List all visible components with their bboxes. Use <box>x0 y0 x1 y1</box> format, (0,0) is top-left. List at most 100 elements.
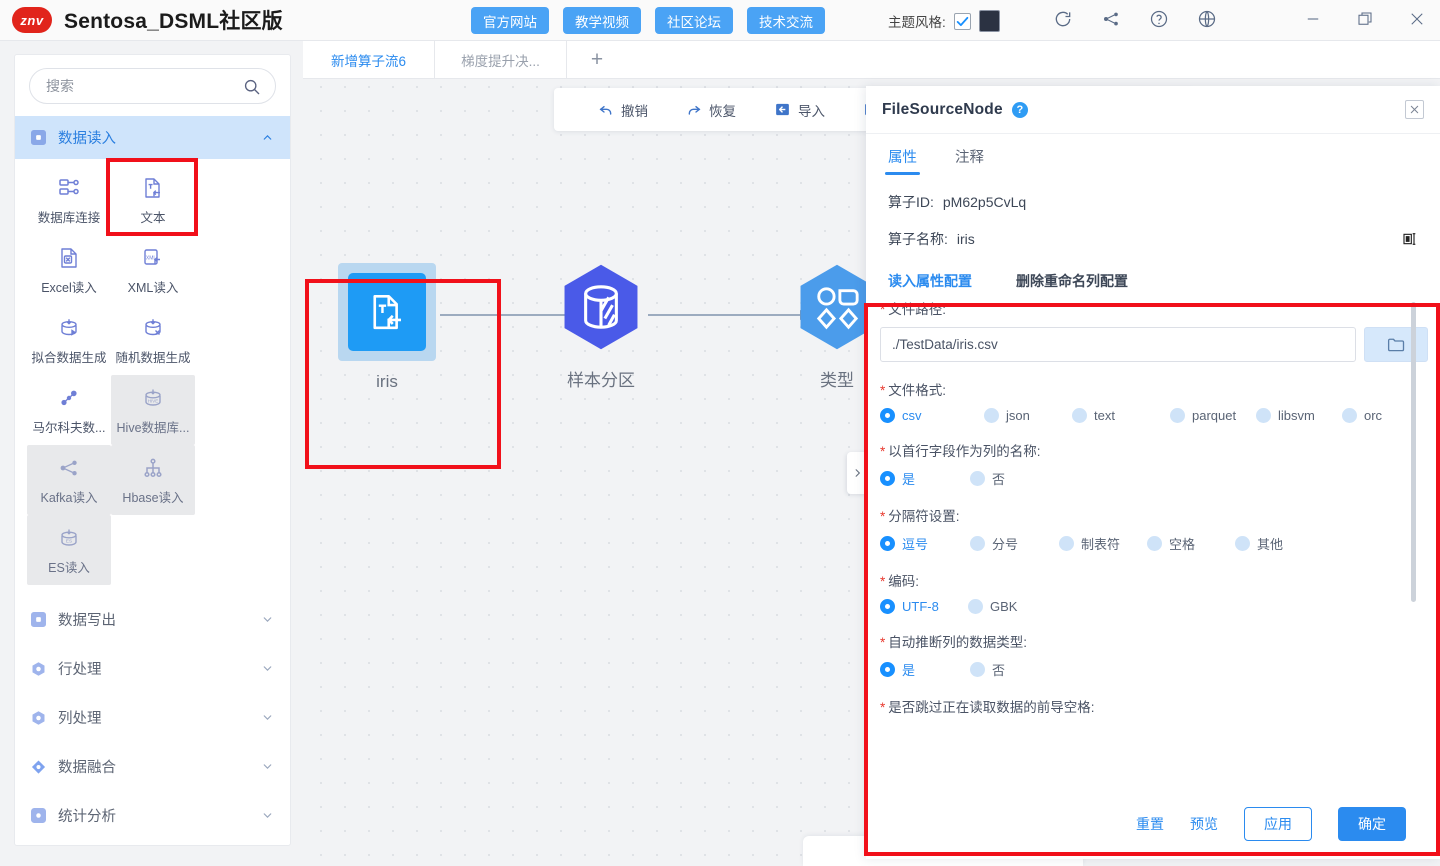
operator-fit-data-gen[interactable]: 拟合数据生成 <box>27 305 111 375</box>
close-icon[interactable] <box>1408 10 1426 28</box>
confirm-button[interactable]: 确定 <box>1338 807 1406 841</box>
flow-node-label: 样本分区 <box>567 371 635 390</box>
flow-node-iris[interactable]: iris <box>338 263 436 392</box>
required-marker: * <box>880 302 886 317</box>
radio-label: 否 <box>992 663 1006 678</box>
tutorial-video-button[interactable]: 教学视频 <box>563 7 641 34</box>
community-forum-button[interactable]: 社区论坛 <box>655 7 733 34</box>
operator-es-read[interactable]: ES ES读入 <box>27 515 111 585</box>
copy-icon[interactable] <box>1402 231 1418 247</box>
chevron-down-icon <box>261 662 274 675</box>
subtab-rename-column-config[interactable]: 删除重命名列配置 <box>1016 271 1128 291</box>
sidebar-category-statistics[interactable]: 统计分析 <box>15 791 290 840</box>
radio-json[interactable]: json <box>984 408 1072 423</box>
sidebar-category-feature-engineering[interactable]: 特征工程 <box>15 840 290 845</box>
tech-exchange-button[interactable]: 技术交流 <box>747 7 825 34</box>
label-text: 分隔符设置: <box>888 509 960 524</box>
radio-parquet[interactable]: parquet <box>1170 408 1256 423</box>
radio-csv[interactable]: csv <box>880 408 984 423</box>
panel-collapse-handle[interactable] <box>847 452 867 494</box>
sidebar-category-data-read[interactable]: 数据读入 <box>15 116 290 159</box>
redo-button[interactable]: 恢复 <box>686 100 736 120</box>
operator-xml-read[interactable]: XML XML读入 <box>111 235 195 305</box>
file-path-input[interactable] <box>880 327 1356 362</box>
radio-label: libsvm <box>1278 408 1315 423</box>
maximize-icon[interactable] <box>1356 10 1374 28</box>
radio-comma[interactable]: 逗号 <box>880 534 970 553</box>
node-properties-panel: FileSourceNode ? 属性 注释 算子ID: pM62p5CvLq … <box>866 86 1440 859</box>
flow-node-sample-partition[interactable]: 样本分区 <box>553 259 649 391</box>
sidebar-category-label: 列处理 <box>58 711 102 727</box>
apply-button[interactable]: 应用 <box>1244 807 1312 841</box>
operator-text[interactable]: 文本 <box>111 165 195 235</box>
help-icon[interactable]: ? <box>1011 101 1028 118</box>
import-button[interactable]: 导入 <box>774 100 825 120</box>
preview-button[interactable]: 预览 <box>1190 814 1218 834</box>
search-icon[interactable] <box>242 77 261 96</box>
sidebar-category-data-fusion[interactable]: 数据融合 <box>15 742 290 791</box>
radio-semicolon[interactable]: 分号 <box>970 534 1059 553</box>
label-text: 以首行字段作为列的名称: <box>888 444 1041 459</box>
file-path-label: * 文件路径: <box>880 298 1428 318</box>
close-icon[interactable] <box>1405 100 1424 119</box>
official-site-button[interactable]: 官方网站 <box>471 7 549 34</box>
theme-color-swatch[interactable] <box>978 10 1000 32</box>
radio-yes[interactable]: 是 <box>880 660 970 679</box>
operator-label: Hbase读入 <box>122 490 184 505</box>
form-scrollbar-thumb[interactable] <box>1411 302 1416 602</box>
subtab-read-config[interactable]: 读入属性配置 <box>888 271 972 291</box>
operator-kafka-read[interactable]: Kafka读入 <box>27 445 111 515</box>
radio-label: json <box>1006 408 1030 423</box>
reset-button[interactable]: 重置 <box>1136 814 1164 834</box>
radio-dot <box>1170 408 1185 423</box>
operator-id-label: 算子ID: <box>888 194 934 210</box>
radio-gbk[interactable]: GBK <box>968 599 1017 614</box>
sidebar-category-data-write[interactable]: 数据写出 <box>15 595 290 644</box>
help-icon[interactable] <box>1148 8 1170 30</box>
search-box[interactable] <box>29 68 276 104</box>
radio-orc[interactable]: orc <box>1342 408 1382 423</box>
file-format-radios: csv json text parquet libsvm orc <box>880 408 1428 423</box>
radio-no[interactable]: 否 <box>970 469 1005 488</box>
operator-id-value: pM62p5CvLq <box>942 194 1027 210</box>
radio-tab[interactable]: 制表符 <box>1059 534 1147 553</box>
globe-icon[interactable] <box>1196 8 1218 30</box>
radio-dot <box>880 471 895 486</box>
category-diamond-icon <box>31 759 46 774</box>
radio-libsvm[interactable]: libsvm <box>1256 408 1342 423</box>
refresh-icon[interactable] <box>1052 8 1074 30</box>
radio-space[interactable]: 空格 <box>1147 534 1235 553</box>
radio-text[interactable]: text <box>1072 408 1170 423</box>
tab-new-flow-6[interactable]: 新增算子流6 <box>303 40 435 79</box>
category-square-icon <box>31 612 46 627</box>
tab-annotation[interactable]: 注释 <box>955 146 984 175</box>
search-input[interactable] <box>44 77 242 95</box>
operator-hbase-read[interactable]: Hbase读入 <box>111 445 195 515</box>
form-scrollbar-track[interactable] <box>1411 302 1422 780</box>
panel-footer: 重置 预览 应用 确定 <box>866 789 1440 859</box>
theme-checkbox[interactable] <box>953 12 971 30</box>
operator-excel-read[interactable]: Excel读入 <box>27 235 111 305</box>
tab-properties[interactable]: 属性 <box>885 146 920 175</box>
tab-gradient-boosting[interactable]: 梯度提升决... <box>435 40 567 79</box>
undo-button[interactable]: 撤销 <box>598 100 648 120</box>
app-title: Sentosa_DSML社区版 <box>64 10 283 33</box>
operator-random-data-gen[interactable]: 随机数据生成 <box>111 305 195 375</box>
xml-file-icon: XML <box>141 245 165 271</box>
operator-markov-data[interactable]: 马尔科夫数... <box>27 375 111 445</box>
radio-no[interactable]: 否 <box>970 660 1005 679</box>
radio-utf8[interactable]: UTF-8 <box>880 599 968 614</box>
radio-dot <box>970 536 985 551</box>
radio-label: csv <box>902 408 922 423</box>
radio-dot <box>880 662 895 677</box>
sidebar-category-col-process[interactable]: 列处理 <box>15 693 290 742</box>
add-tab-button[interactable]: + <box>567 41 627 79</box>
radio-yes[interactable]: 是 <box>880 469 970 488</box>
sidebar-category-row-process[interactable]: 行处理 <box>15 644 290 693</box>
radio-other[interactable]: 其他 <box>1235 534 1283 553</box>
operator-db-connect[interactable]: 数据库连接 <box>27 165 111 235</box>
share-nodes-icon[interactable] <box>1100 8 1122 30</box>
radio-dot <box>970 471 985 486</box>
operator-hive-read[interactable]: HIVE Hive数据库... <box>111 375 195 445</box>
minimize-icon[interactable] <box>1304 10 1322 28</box>
